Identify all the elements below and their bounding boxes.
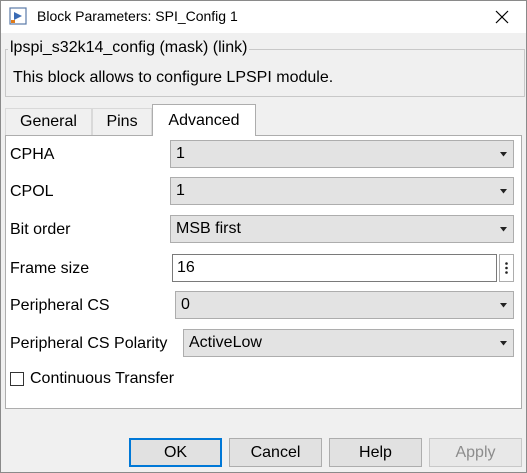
simulink-block-icon <box>9 7 27 25</box>
continuous-transfer-label[interactable]: Continuous Transfer <box>30 370 174 388</box>
chevron-down-icon <box>500 341 507 346</box>
cancel-button-label: Cancel <box>250 443 301 461</box>
ok-button-label: OK <box>163 443 188 461</box>
cpha-value: 1 <box>176 145 185 162</box>
cpha-label: CPHA <box>10 146 55 163</box>
mask-description: This block allows to configure LPSPI mod… <box>13 69 334 86</box>
bit-order-dropdown[interactable]: MSB first <box>170 215 514 243</box>
continuous-transfer-checkbox[interactable] <box>10 372 24 386</box>
title-bar: Block Parameters: SPI_Config 1 <box>1 1 526 33</box>
cancel-button[interactable]: Cancel <box>229 438 322 467</box>
frame-size-label: Frame size <box>10 260 90 277</box>
cpol-dropdown[interactable]: 1 <box>170 177 514 205</box>
chevron-down-icon <box>500 152 507 157</box>
block-parameters-dialog: Block Parameters: SPI_Config 1 lpspi_s32… <box>0 0 527 473</box>
tab-general[interactable]: General <box>5 108 92 135</box>
peripheral-cs-polarity-dropdown[interactable]: ActiveLow <box>183 329 514 357</box>
tab-pins[interactable]: Pins <box>92 108 152 135</box>
vertical-ellipsis-icon <box>505 262 508 274</box>
peripheral-cs-dropdown[interactable]: 0 <box>175 291 514 319</box>
close-button[interactable] <box>486 5 518 29</box>
frame-size-input[interactable]: 16 <box>172 254 497 282</box>
ok-button[interactable]: OK <box>129 438 222 467</box>
close-icon <box>495 10 509 24</box>
bit-order-value: MSB first <box>176 220 241 237</box>
cpol-label: CPOL <box>10 183 54 200</box>
tab-label: Advanced <box>168 111 240 129</box>
apply-button: Apply <box>429 438 522 467</box>
chevron-down-icon <box>500 189 507 194</box>
bit-order-label: Bit order <box>10 221 71 238</box>
help-button[interactable]: Help <box>329 438 422 467</box>
peripheral-cs-polarity-value: ActiveLow <box>189 334 262 351</box>
chevron-down-icon <box>500 227 507 232</box>
frame-size-value: 16 <box>177 259 195 276</box>
peripheral-cs-label: Peripheral CS <box>10 297 110 314</box>
cpha-dropdown[interactable]: 1 <box>170 140 514 168</box>
frame-size-options-button[interactable] <box>499 254 514 282</box>
cpol-value: 1 <box>176 182 185 199</box>
window-title: Block Parameters: SPI_Config 1 <box>37 8 238 24</box>
help-button-label: Help <box>359 443 392 461</box>
peripheral-cs-polarity-label: Peripheral CS Polarity <box>10 335 168 352</box>
chevron-down-icon <box>500 303 507 308</box>
tab-label: Pins <box>106 113 138 130</box>
tab-advanced[interactable]: Advanced <box>152 104 256 136</box>
apply-button-label: Apply <box>455 443 496 461</box>
mask-group-legend: lpspi_s32k14_config (mask) (link) <box>8 39 250 57</box>
tab-label: General <box>20 113 77 130</box>
peripheral-cs-value: 0 <box>181 296 190 313</box>
